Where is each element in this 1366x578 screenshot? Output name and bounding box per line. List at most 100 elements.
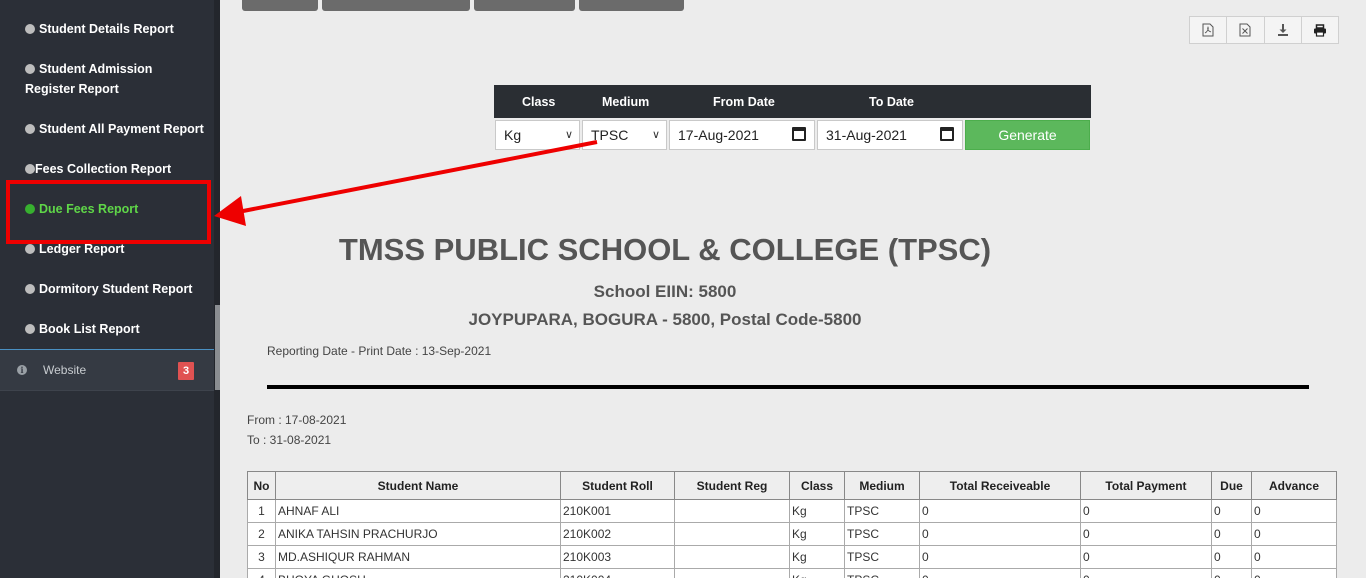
cell-student-reg [674,545,790,569]
calendar-icon[interactable] [940,127,954,141]
cell-due: 0 [1211,499,1252,523]
cell-medium: TPSC [844,545,920,569]
cell-no: 1 [247,499,276,523]
cell-student-name: BHOYA GHOSH [275,568,561,578]
cell-student-name: AHNAF ALI [275,499,561,523]
cell-advance: 0 [1251,522,1337,546]
report-from-date: From : 17-08-2021 [247,413,347,427]
school-eiin: School EIIN: 5800 [593,282,737,301]
top-button[interactable] [322,0,470,11]
from-date-header: From Date [713,95,775,109]
sidebar-item-label: Student Admission Register Report [25,62,153,96]
cell-total-payment: 0 [1080,522,1212,546]
medium-select[interactable]: TPSC ∨ [582,120,667,150]
cell-due: 0 [1211,568,1252,578]
generate-button[interactable]: Generate [965,120,1090,150]
report-to-date: To : 31-08-2021 [247,433,332,447]
column-header-student-reg[interactable]: Student Reg [674,471,790,500]
bullet-icon [25,64,35,74]
cell-due: 0 [1211,522,1252,546]
cell-medium: TPSC [844,522,920,546]
sidebar-item-student-details-report[interactable]: Student Details Report [25,19,205,39]
class-select-value: Kg [504,127,522,143]
medium-header: Medium [602,95,650,109]
table-row: 3 MD.ASHIQUR RAHMAN 210K003 Kg TPSC 0 0 … [247,545,1337,569]
class-header: Class [522,95,556,109]
cell-no: 4 [247,568,276,578]
cell-student-roll: 210K003 [560,545,675,569]
column-header-total-payment[interactable]: Total Payment [1080,471,1212,500]
cell-student-roll: 210K001 [560,499,675,523]
cell-class: Kg [789,545,845,569]
from-date-input[interactable]: 17-Aug-2021 [669,120,815,150]
print-icon[interactable] [1302,17,1338,43]
column-header-total-receiveable[interactable]: Total Receiveable [919,471,1081,500]
school-address: JOYPUPARA, BOGURA - 5800, Postal Code-58… [468,310,862,329]
to-date-input[interactable]: 31-Aug-2021 [817,120,963,150]
medium-select-value: TPSC [591,127,629,143]
report-filter-form: Class Medium From Date To Date Kg ∨ TPSC… [494,85,1091,152]
notification-badge: 3 [178,362,194,380]
cell-student-roll: 210K004 [560,568,675,578]
column-header-advance[interactable]: Advance [1251,471,1337,500]
bullet-icon [25,24,35,34]
chevron-down-icon: ∨ [651,129,660,141]
cell-no: 3 [247,545,276,569]
sidebar-item-fees-collection-report[interactable]: Fees Collection Report [25,159,205,179]
to-date-value: 31-Aug-2021 [826,127,907,143]
column-header-medium[interactable]: Medium [844,471,920,500]
cell-due: 0 [1211,545,1252,569]
cell-student-roll: 210K002 [560,522,675,546]
annotation-highlight-box [6,180,211,244]
sidebar-item-website[interactable]: i Website 3 [0,349,214,391]
cell-advance: 0 [1251,545,1337,569]
reporting-date: Reporting Date - Print Date : 13-Sep-202… [267,344,492,358]
cell-total-payment: 0 [1080,568,1212,578]
sidebar-item-label: Student Details Report [39,22,174,36]
sidebar-item-student-all-payment-report[interactable]: Student All Payment Report [25,119,205,139]
filter-header: Class Medium From Date To Date [494,85,1091,118]
column-header-student-roll[interactable]: Student Roll [560,471,675,500]
column-header-due[interactable]: Due [1211,471,1252,500]
top-button[interactable] [242,0,318,11]
to-date-header: To Date [869,95,914,109]
bullet-icon [25,164,35,174]
cell-student-reg [674,522,790,546]
top-button[interactable] [474,0,575,11]
cell-student-name: MD.ASHIQUR RAHMAN [275,545,561,569]
calendar-icon[interactable] [792,127,806,141]
cell-medium: TPSC [844,499,920,523]
table-row: 1 AHNAF ALI 210K001 Kg TPSC 0 0 0 0 [247,499,1337,523]
due-fees-table: No Student Name Student Roll Student Reg… [247,471,1337,578]
class-select[interactable]: Kg ∨ [495,120,580,150]
top-button[interactable] [579,0,684,11]
column-header-student-name[interactable]: Student Name [275,471,561,500]
bullet-icon [25,124,35,134]
cell-class: Kg [789,522,845,546]
excel-icon[interactable] [1227,17,1265,43]
info-icon: i [17,365,27,375]
cell-class: Kg [789,499,845,523]
export-toolbar [1189,16,1339,44]
sidebar-item-label: Student All Payment Report [39,122,204,136]
sidebar-item-label: Fees Collection Report [35,162,172,176]
cell-student-reg [674,499,790,523]
column-header-class[interactable]: Class [789,471,845,500]
cell-advance: 0 [1251,499,1337,523]
column-header-no[interactable]: No [247,471,276,500]
divider [267,385,1309,389]
cell-total-receiveable: 0 [919,545,1081,569]
pdf-icon[interactable] [1190,17,1228,43]
chevron-down-icon: ∨ [564,129,573,141]
cell-student-reg [674,568,790,578]
cell-total-receiveable: 0 [919,522,1081,546]
download-icon[interactable] [1265,17,1302,43]
table-row: 2 ANIKA TAHSIN PRACHURJO 210K002 Kg TPSC… [247,522,1337,546]
sidebar-item-student-admission-register-report[interactable]: Student Admission Register Report [25,59,205,99]
sidebar-item-label: Website [43,363,87,377]
cell-medium: TPSC [844,568,920,578]
cell-advance: 0 [1251,568,1337,578]
cell-total-receiveable: 0 [919,568,1081,578]
cell-total-payment: 0 [1080,545,1212,569]
cell-student-name: ANIKA TAHSIN PRACHURJO [275,522,561,546]
